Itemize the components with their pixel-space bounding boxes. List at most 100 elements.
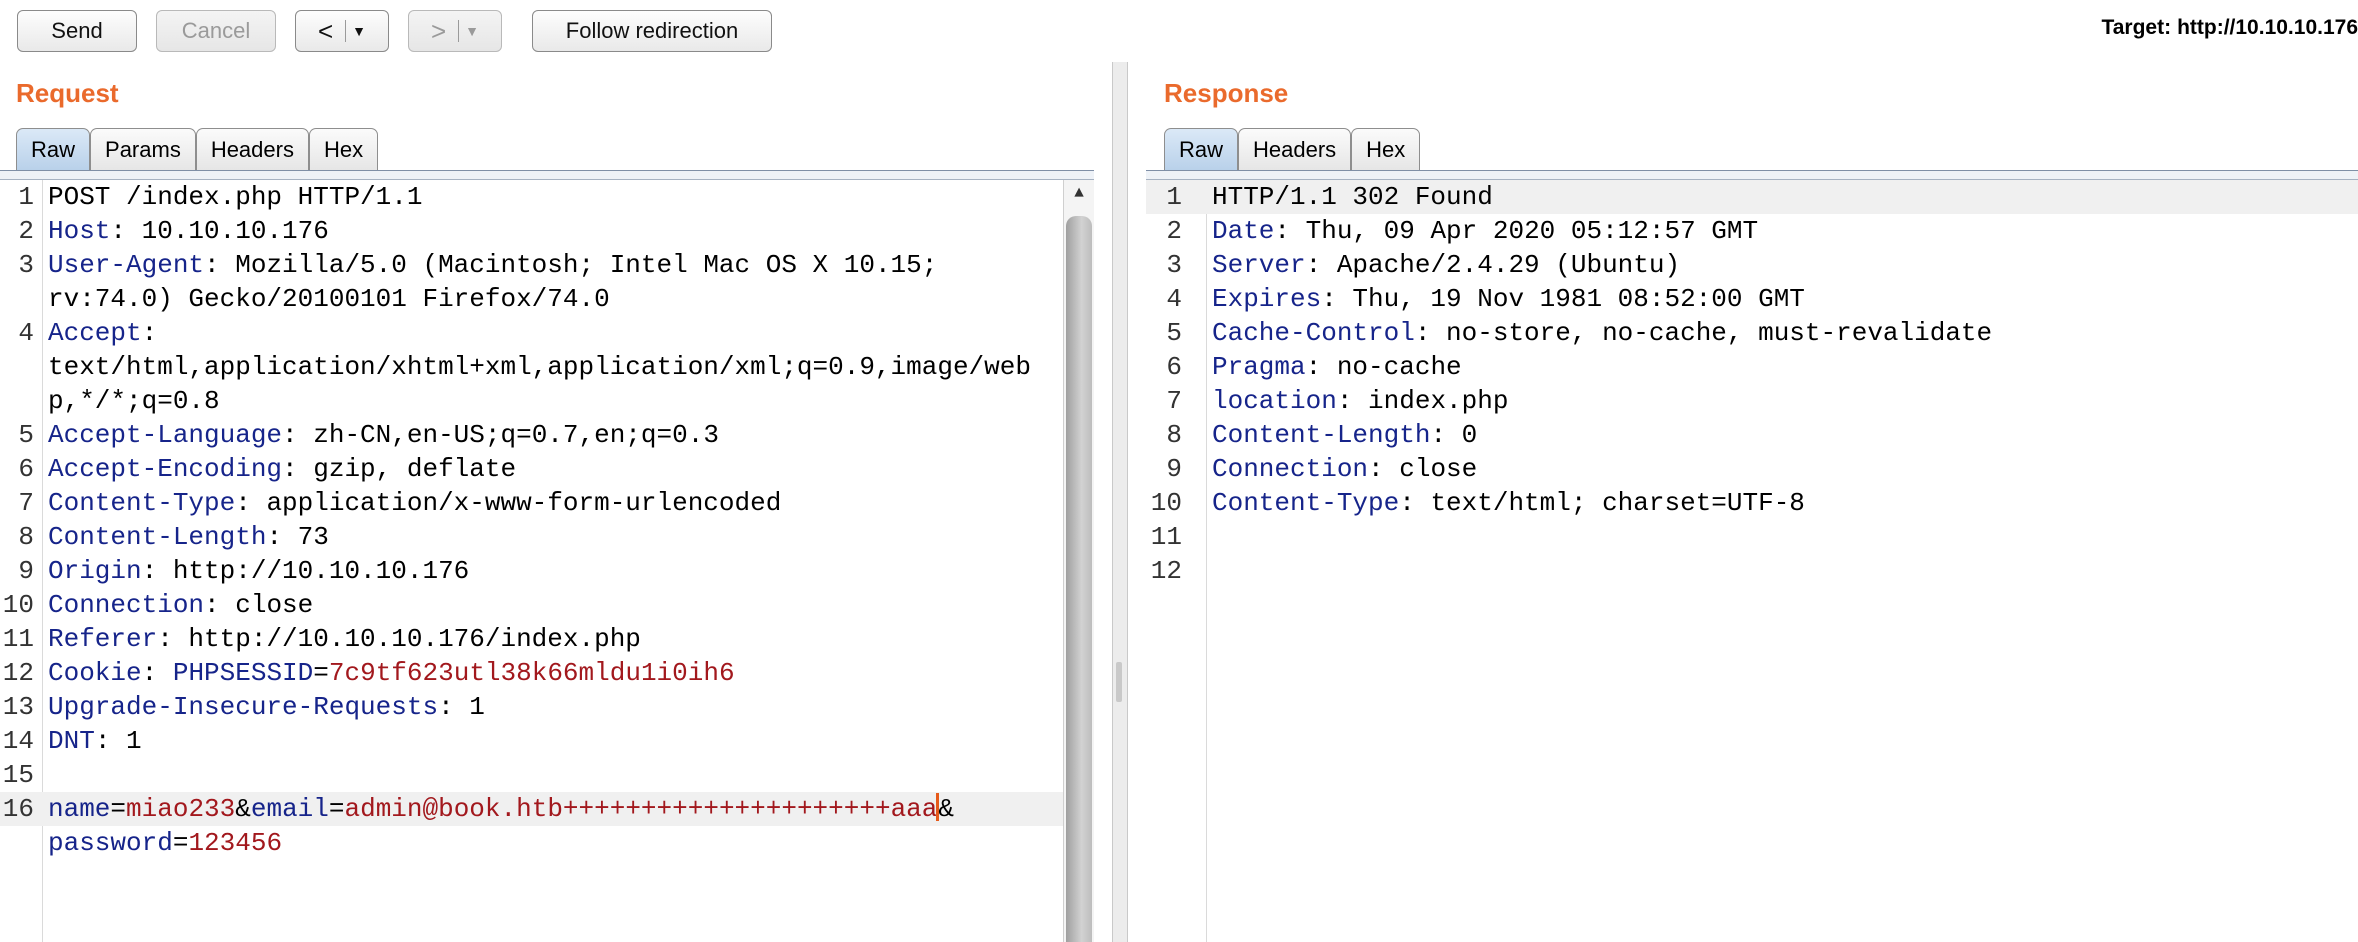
tab-response-hex[interactable]: Hex xyxy=(1351,128,1421,170)
scroll-up-icon[interactable]: ▲ xyxy=(1064,184,1094,202)
code-line: 6 Pragma: no-cache xyxy=(1146,350,2358,384)
code-line: 7 location: index.php xyxy=(1146,384,2358,418)
code-text: Expires: Thu, 19 Nov 1981 08:52:00 GMT xyxy=(1212,282,1805,316)
code-text: location: index.php xyxy=(1212,384,1508,418)
header-value: : application/x-www-form-urlencoded xyxy=(235,488,782,518)
response-editor[interactable]: 1 HTTP/1.1 302 Found 2 Date: Thu, 09 Apr… xyxy=(1146,180,2358,942)
param-name: name xyxy=(48,794,111,824)
param-name: email xyxy=(250,794,329,824)
code-text: Accept: text/html,application/xhtml+xml,… xyxy=(48,316,1031,418)
pane-splitter[interactable] xyxy=(1112,62,1128,942)
request-tabs: Raw Params Headers Hex xyxy=(16,128,379,170)
splitter-grip[interactable] xyxy=(1116,662,1122,702)
code-line: 8 Content-Length: 73 xyxy=(0,520,1094,554)
code-line: 12 Cookie: PHPSESSID=7c9tf623utl38k66mld… xyxy=(0,656,1094,690)
tab-request-headers[interactable]: Headers xyxy=(195,128,309,170)
code-line: 5 Cache-Control: no-store, no-cache, mus… xyxy=(1146,316,2358,350)
code-text: Date: Thu, 09 Apr 2020 05:12:57 GMT xyxy=(1212,214,1758,248)
line-number: 6 xyxy=(18,454,34,484)
code-line-wrap: password=123456 xyxy=(0,826,1094,860)
line-number: 1 xyxy=(1166,182,1182,212)
header-value: : xyxy=(141,318,158,348)
request-editor[interactable]: 1 POST /index.php HTTP/1.1 2 Host: 10.10… xyxy=(0,180,1094,942)
header-name: Content-Length xyxy=(1212,420,1431,450)
tab-underline xyxy=(1146,170,2358,180)
header-name: Content-Type xyxy=(1212,488,1400,518)
code-line: 12 xyxy=(1146,554,2358,588)
header-value: : index.php xyxy=(1336,386,1509,416)
code-line: 6 Accept-Encoding: gzip, deflate xyxy=(0,452,1094,486)
line-number: 3 xyxy=(1166,250,1182,280)
code-text: Connection: close xyxy=(48,588,313,622)
code-text: Upgrade-Insecure-Requests: 1 xyxy=(48,690,485,724)
code-text: Content-Length: 0 xyxy=(1212,418,1477,452)
request-pane: Request Raw Params Headers Hex 1 POST /i… xyxy=(0,62,1094,942)
back-button[interactable]: < ▼ xyxy=(295,10,389,52)
chevron-down-icon: ▼ xyxy=(352,23,367,39)
follow-redirection-button[interactable]: Follow redirection xyxy=(532,10,772,52)
line-number: 13 xyxy=(2,692,34,722)
code-line: 14 DNT: 1 xyxy=(0,724,1094,758)
ampersand: & xyxy=(235,794,251,824)
equals-sign: = xyxy=(328,794,345,824)
header-name: DNT xyxy=(48,726,95,756)
line-number: 12 xyxy=(1150,556,1182,586)
forward-button[interactable]: > ▼ xyxy=(408,10,502,52)
code-line: 9 Origin: http://10.10.10.176 xyxy=(0,554,1094,588)
code-line: 1 POST /index.php HTTP/1.1 xyxy=(0,180,1094,214)
send-button[interactable]: Send xyxy=(17,10,137,52)
cookie-value: 7c9tf623utl38k66mldu1i0ih6 xyxy=(328,658,735,688)
toolbar: Send Cancel < ▼ > ▼ Follow redirection T… xyxy=(0,0,2358,62)
tab-request-raw[interactable]: Raw xyxy=(16,128,91,170)
code-line: 10 Content-Type: text/html; charset=UTF-… xyxy=(1146,486,2358,520)
target-display[interactable]: Target: http://10.10.10.176 xyxy=(2101,16,2358,40)
header-name: Host xyxy=(48,216,111,246)
cancel-button[interactable]: Cancel xyxy=(156,10,276,52)
line-number: 10 xyxy=(2,590,34,620)
line-number: 9 xyxy=(18,556,34,586)
code-line: 3 Server: Apache/2.4.29 (Ubuntu) xyxy=(1146,248,2358,282)
code-line: 3 User-Agent: Mozilla/5.0 (Macintosh; In… xyxy=(0,248,1094,316)
code-text: POST /index.php HTTP/1.1 xyxy=(48,182,423,212)
header-name: Upgrade-Insecure-Requests xyxy=(48,692,439,722)
param-value: miao233 xyxy=(126,794,236,824)
header-value: : Thu, 09 Apr 2020 05:12:57 GMT xyxy=(1274,216,1759,246)
header-name: Expires xyxy=(1212,284,1322,314)
code-line: 4 Accept: text/html,application/xhtml+xm… xyxy=(0,316,1094,418)
chevron-down-icon: ▼ xyxy=(465,23,480,39)
divider xyxy=(345,20,347,42)
code-text: Pragma: no-cache xyxy=(1212,350,1462,384)
code-line: 2 Date: Thu, 09 Apr 2020 05:12:57 GMT xyxy=(1146,214,2358,248)
header-name: Server xyxy=(1212,250,1306,280)
header-value: : text/html; charset=UTF-8 xyxy=(1399,488,1805,518)
line-number: 7 xyxy=(1166,386,1182,416)
tab-request-params[interactable]: Params xyxy=(90,128,196,170)
code-line: 7 Content-Type: application/x-www-form-u… xyxy=(0,486,1094,520)
header-name: Content-Type xyxy=(48,488,236,518)
code-text: User-Agent: Mozilla/5.0 (Macintosh; Inte… xyxy=(48,248,937,316)
vertical-scrollbar[interactable]: ▲ xyxy=(1063,180,1094,942)
cookie-name: PHPSESSID xyxy=(172,658,314,688)
tab-underline xyxy=(0,170,1094,180)
tab-response-headers[interactable]: Headers xyxy=(1238,128,1352,170)
code-text: Referer: http://10.10.10.176/index.php xyxy=(48,622,641,656)
line-number: 3 xyxy=(18,250,34,280)
code-text: Origin: http://10.10.10.176 xyxy=(48,554,469,588)
tab-response-raw[interactable]: Raw xyxy=(1164,128,1239,170)
tab-request-hex[interactable]: Hex xyxy=(308,128,379,170)
param-name: password xyxy=(48,828,173,858)
header-separator: : xyxy=(141,658,173,688)
line-number: 11 xyxy=(2,624,34,654)
equals-sign: = xyxy=(110,794,127,824)
chevron-right-icon: > xyxy=(430,15,447,46)
line-number: 6 xyxy=(1166,352,1182,382)
code-text: Cache-Control: no-store, no-cache, must-… xyxy=(1212,316,1992,350)
line-number: 11 xyxy=(1150,522,1182,552)
line-number: 15 xyxy=(2,760,34,790)
code-text: DNT: 1 xyxy=(48,724,142,758)
header-name: User-Agent xyxy=(48,250,205,280)
scrollbar-thumb[interactable] xyxy=(1066,216,1092,942)
line-number: 16 xyxy=(2,794,34,824)
code-line: 11 Referer: http://10.10.10.176/index.ph… xyxy=(0,622,1094,656)
line-number: 5 xyxy=(1166,318,1182,348)
